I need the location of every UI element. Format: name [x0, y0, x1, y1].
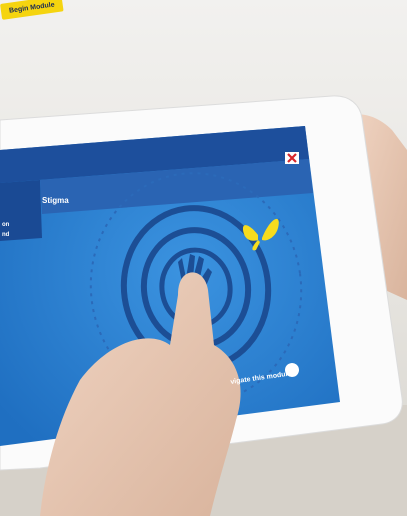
left-panel-label-1: on — [2, 222, 10, 228]
close-icon — [287, 153, 297, 163]
tablet-photo — [0, 95, 407, 516]
photo-scene: on nd Stigma vigate this module Begin Mo… — [0, 0, 407, 516]
module-title: Stigma — [42, 196, 69, 205]
left-panel-label-2: nd — [2, 232, 10, 238]
close-button[interactable] — [285, 152, 299, 164]
